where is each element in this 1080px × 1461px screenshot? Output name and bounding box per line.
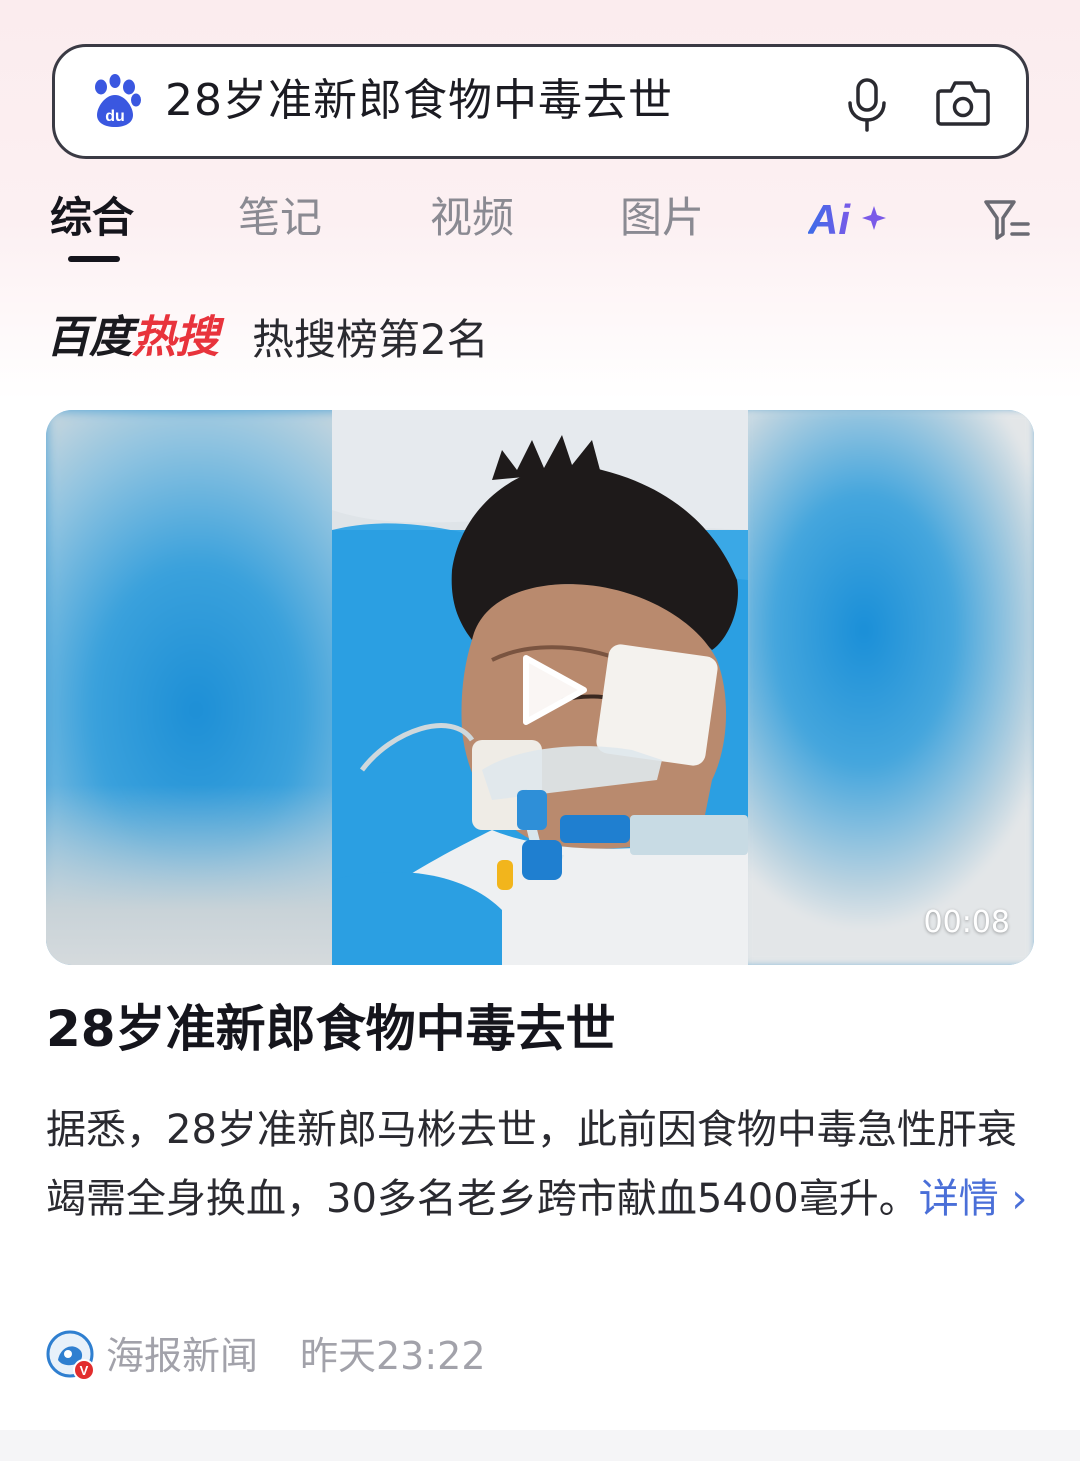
baidu-hot-search-logo: 百度热搜 xyxy=(46,310,219,366)
baidu-paw-icon: du xyxy=(95,74,141,127)
search-bar[interactable]: du 28岁准新郎食物中毒去世 xyxy=(52,44,1029,159)
svg-text:V: V xyxy=(80,1363,89,1378)
article-title[interactable]: 28岁准新郎食物中毒去世 xyxy=(46,996,616,1062)
video-player[interactable]: 00:08 xyxy=(46,410,1034,965)
detail-link[interactable]: 详情 › xyxy=(919,1176,1028,1222)
video-duration: 00:08 xyxy=(923,905,1010,940)
play-icon[interactable] xyxy=(512,650,592,730)
filter-icon[interactable] xyxy=(982,196,1032,242)
tab-videos[interactable]: 视频 xyxy=(430,190,514,246)
video-blur-left-bottom xyxy=(46,785,336,965)
sparkle-icon xyxy=(862,206,886,230)
publish-time: 昨天23:22 xyxy=(300,1334,486,1378)
microphone-icon[interactable] xyxy=(843,77,891,133)
hot-logo-black: 百度 xyxy=(46,312,133,363)
tab-bar: 综合 笔记 视频 图片 Ai xyxy=(0,180,1080,270)
article-summary: 据悉，28岁准新郎马彬去世，此前因食物中毒急性肝衰竭需全身换血，30多名老乡跨市… xyxy=(46,1096,1036,1234)
hot-logo-red: 热搜 xyxy=(132,312,219,363)
search-input[interactable]: 28岁准新郎食物中毒去世 xyxy=(165,71,673,131)
tab-ai-label: Ai xyxy=(808,196,851,243)
detail-link-label: 详情 xyxy=(918,1176,999,1222)
svg-text:du: du xyxy=(105,108,125,125)
tab-notes[interactable]: 笔记 xyxy=(238,190,322,246)
chevron-right-icon: › xyxy=(1011,1176,1028,1222)
page: du 28岁准新郎食物中毒去世 综合 笔记 视频 图片 Ai 百度热搜 热搜榜第… xyxy=(0,0,1080,1461)
source-name[interactable]: 海报新闻 xyxy=(106,1330,258,1382)
tab-ai[interactable]: Ai xyxy=(808,194,888,244)
article-summary-text: 据悉，28岁准新郎马彬去世，此前因食物中毒急性肝衰竭需全身换血，30多名老乡跨市… xyxy=(46,1107,1017,1222)
video-blur-right xyxy=(744,410,1034,965)
tab-images[interactable]: 图片 xyxy=(620,190,704,246)
camera-icon[interactable] xyxy=(935,77,991,127)
active-tab-indicator xyxy=(68,256,120,262)
tab-comprehensive[interactable]: 综合 xyxy=(50,190,134,246)
hot-search-rank: 热搜榜第2名 xyxy=(252,315,489,364)
section-divider xyxy=(0,1430,1080,1461)
source-avatar: V xyxy=(46,1330,95,1380)
